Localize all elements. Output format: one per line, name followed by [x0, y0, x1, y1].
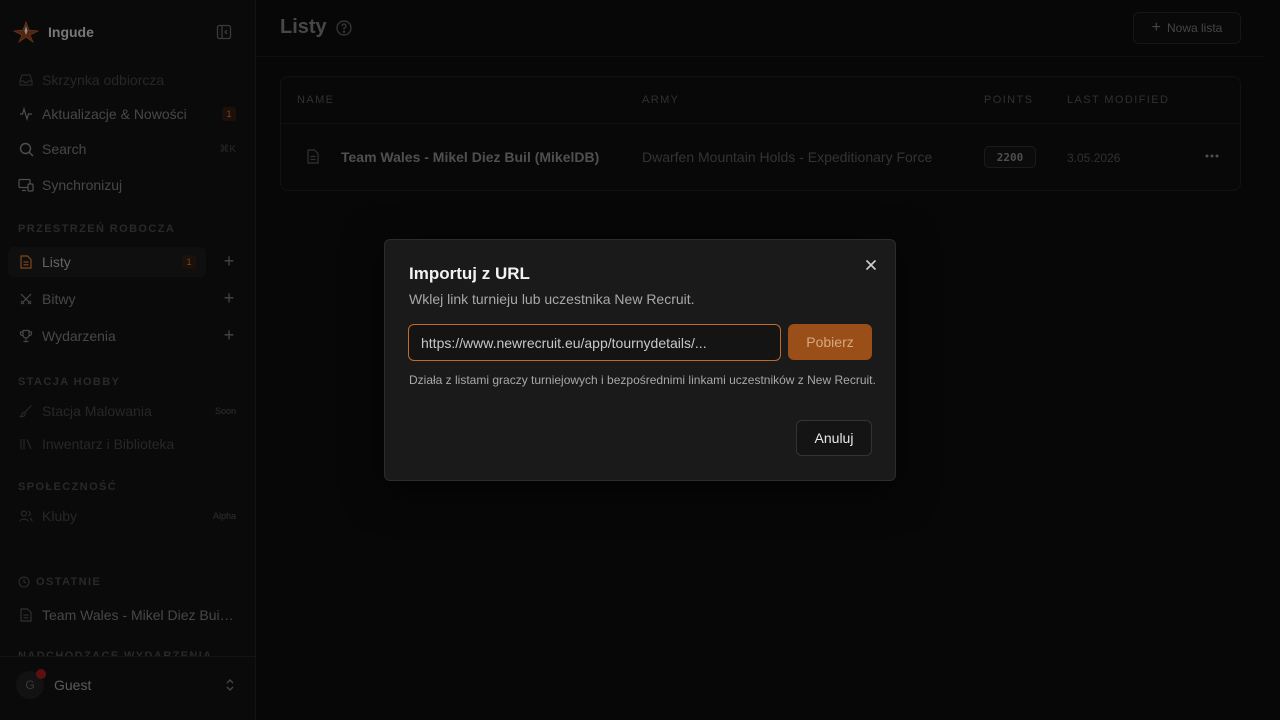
dialog-help-text: Działa z listami graczy turniejowych i b… [409, 373, 876, 387]
close-icon[interactable] [863, 257, 879, 273]
import-url-dialog: Importuj z URL Wklej link turnieju lub u… [384, 239, 896, 481]
dialog-subtitle: Wklej link turnieju lub uczestnika New R… [409, 291, 695, 307]
dialog-title: Importuj z URL [409, 264, 530, 283]
fetch-button[interactable]: Pobierz [788, 324, 872, 360]
url-input[interactable] [408, 324, 781, 361]
cancel-button[interactable]: Anuluj [796, 420, 872, 456]
